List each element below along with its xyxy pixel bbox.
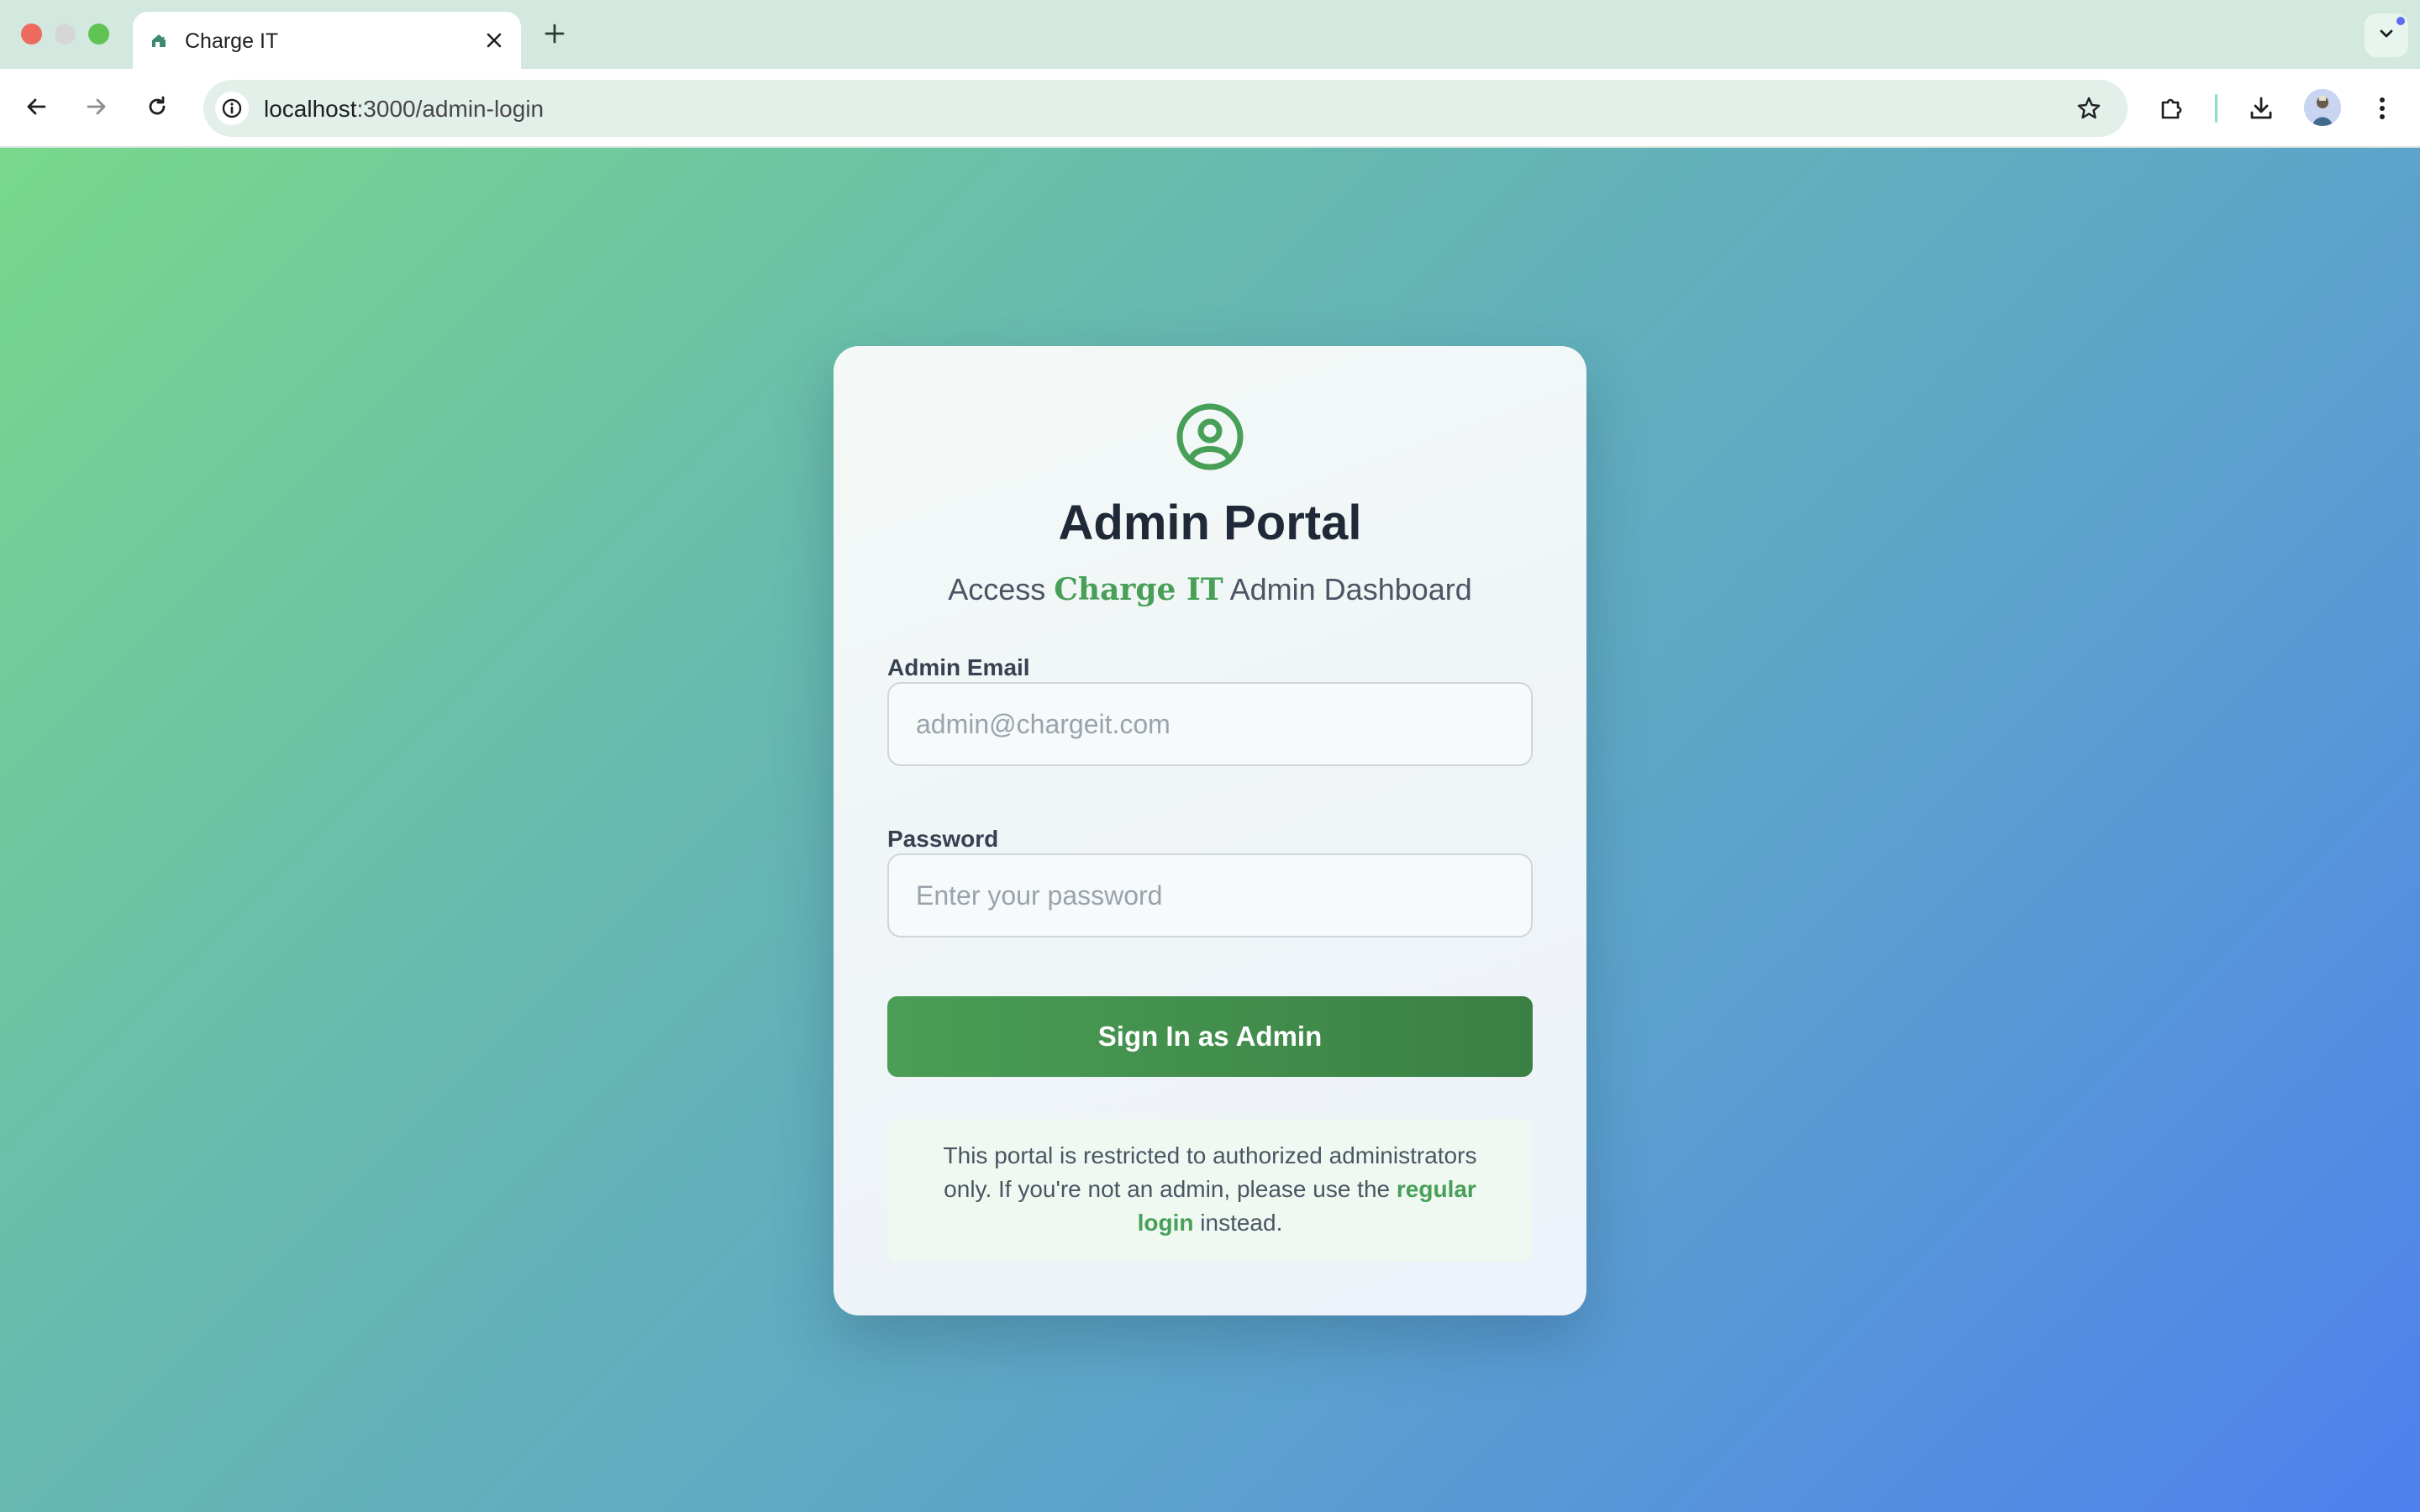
reload-icon — [145, 94, 170, 123]
new-tab-plus-icon[interactable] — [538, 17, 571, 50]
window-minimize-button[interactable] — [55, 24, 76, 45]
email-field[interactable] — [887, 682, 1533, 766]
notice-text-after: instead. — [1200, 1210, 1283, 1236]
brand-name: Charge IT — [1054, 572, 1223, 607]
back-button[interactable] — [17, 89, 55, 128]
arrow-right-icon — [84, 94, 109, 123]
arrow-left-icon — [24, 94, 49, 123]
tab-title: Charge IT — [185, 29, 279, 53]
charge-it-favicon-icon — [150, 30, 170, 50]
password-label: Password — [887, 826, 999, 852]
notification-dot — [2396, 17, 2405, 25]
more-vert-icon[interactable] — [2363, 89, 2402, 128]
extensions-icon[interactable] — [2153, 89, 2191, 128]
page-title: Admin Portal — [1058, 496, 1362, 550]
reload-button[interactable] — [138, 89, 176, 128]
info-icon[interactable] — [215, 92, 249, 125]
page-subtitle: Access Charge IT Admin Dashboard — [834, 571, 1586, 608]
browser-tab-active[interactable]: Charge IT — [133, 12, 521, 69]
window-zoom-button[interactable] — [88, 24, 109, 45]
admin-login-card: Admin Portal Access Charge IT Admin Dash… — [834, 346, 1586, 1315]
sign-in-admin-button[interactable]: Sign In as Admin — [887, 996, 1533, 1077]
url-path: :3000/admin-login — [356, 96, 544, 122]
url-host: localhost — [264, 96, 357, 122]
page-background: Admin Portal Access Charge IT Admin Dash… — [0, 148, 2420, 1512]
window-close-button[interactable] — [21, 24, 42, 45]
star-icon[interactable] — [2074, 93, 2104, 123]
toolbar-divider — [2215, 94, 2217, 123]
forward-button[interactable] — [77, 89, 116, 128]
download-icon[interactable] — [2242, 89, 2281, 128]
close-icon[interactable] — [479, 25, 509, 55]
chevron-down-icon — [2377, 24, 2396, 47]
url-text[interactable]: localhost:3000/admin-login — [264, 97, 544, 122]
user-circle-icon — [1175, 402, 1245, 472]
tab-search-button[interactable] — [2365, 13, 2408, 57]
browser-tab-strip: Charge IT — [0, 0, 2420, 69]
email-label: Admin Email — [887, 654, 1030, 680]
browser-toolbar: localhost:3000/admin-login — [0, 69, 2420, 148]
subtitle-prefix: Access — [948, 572, 1046, 606]
avatar[interactable] — [2304, 89, 2341, 126]
address-bar[interactable]: localhost:3000/admin-login — [203, 80, 2128, 137]
subtitle-suffix: Admin Dashboard — [1229, 572, 1472, 606]
password-field[interactable] — [887, 853, 1533, 937]
admin-notice: This portal is restricted to authorized … — [887, 1119, 1533, 1262]
